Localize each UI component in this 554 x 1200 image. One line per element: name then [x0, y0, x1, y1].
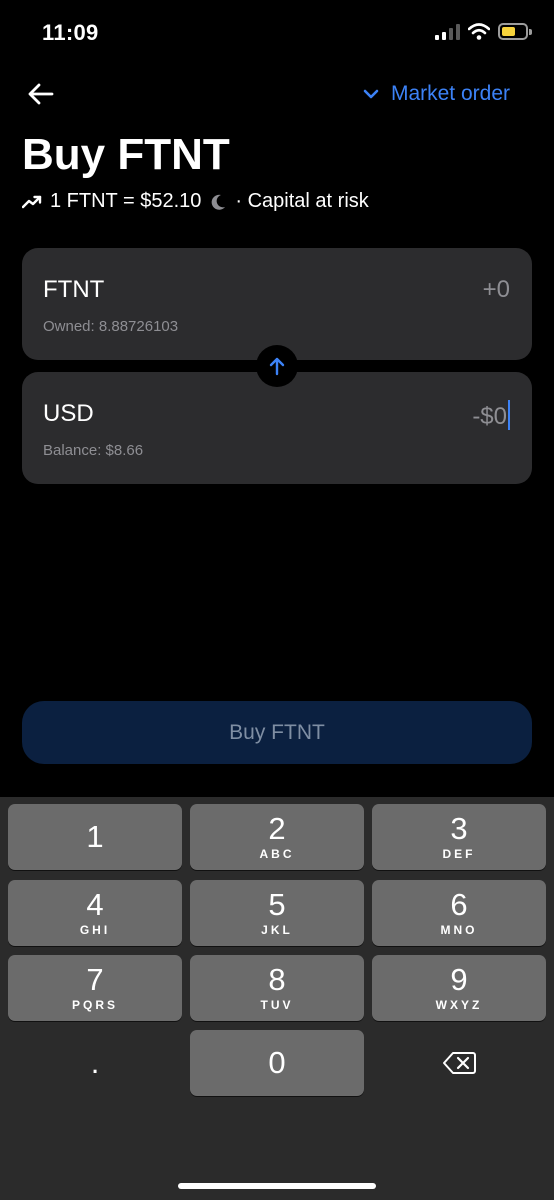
key-0[interactable]: 0: [190, 1030, 364, 1096]
back-button[interactable]: [24, 78, 56, 110]
numeric-keypad: 1 2 ABC 3 DEF 4 GHI 5 JKL 6 MNO 7 PQRS 8…: [0, 797, 554, 1200]
backspace-icon: [443, 1052, 476, 1074]
key-5[interactable]: 5 JKL: [190, 880, 364, 946]
key-number: 4: [86, 887, 104, 922]
key-2[interactable]: 2 ABC: [190, 804, 364, 870]
buy-button[interactable]: Buy FTNT: [22, 701, 532, 764]
key-letters: GHI: [79, 923, 111, 937]
battery-icon: [498, 22, 532, 40]
key-number: 6: [450, 887, 468, 922]
status-icons: [435, 22, 532, 40]
key-number: 3: [450, 811, 468, 846]
wifi-icon: [468, 22, 490, 40]
key-8[interactable]: 8 TUV: [190, 955, 364, 1021]
swap-button[interactable]: [256, 345, 298, 387]
buy-screen: 11:09 Market order Buy FTNT 1 FTNT = $52…: [0, 0, 554, 1200]
key-number: 2: [268, 811, 286, 846]
status-bar: 11:09: [0, 0, 554, 66]
text-caret: [508, 400, 510, 430]
key-decimal[interactable]: .: [8, 1030, 182, 1096]
key-number: .: [90, 1045, 100, 1080]
key-letters: PQRS: [71, 998, 118, 1012]
moon-icon: [212, 194, 226, 210]
usd-currency-label: USD: [43, 400, 94, 427]
key-letters: MNO: [440, 923, 478, 937]
key-letters: TUV: [260, 998, 294, 1012]
key-number: 1: [86, 819, 104, 854]
usd-amount-input[interactable]: -$0: [472, 400, 510, 431]
chevron-down-icon: [363, 89, 379, 99]
key-1[interactable]: 1: [8, 804, 182, 870]
capital-risk-text: · Capital at risk: [235, 190, 369, 212]
order-type-selector[interactable]: Market order: [363, 82, 510, 106]
ftnt-owned-label: Owned: 8.88726103: [43, 318, 179, 335]
key-letters: WXYZ: [435, 998, 483, 1012]
cellular-signal-icon: [435, 22, 460, 40]
ftnt-amount-card[interactable]: FTNT +0 Owned: 8.88726103: [22, 248, 532, 360]
status-time: 11:09: [42, 20, 99, 45]
key-number: 8: [268, 962, 286, 997]
usd-amount-value: -$0: [472, 403, 507, 430]
key-letters: ABC: [259, 847, 295, 861]
trending-up-icon: [22, 195, 42, 208]
key-number: 9: [450, 962, 468, 997]
key-9[interactable]: 9 WXYZ: [372, 955, 546, 1021]
ftnt-amount-value: +0: [482, 276, 510, 303]
key-7[interactable]: 7 PQRS: [8, 955, 182, 1021]
key-4[interactable]: 4 GHI: [8, 880, 182, 946]
rate-line: 1 FTNT = $52.10 · Capital at risk: [22, 190, 369, 213]
usd-balance-label: Balance: $8.66: [43, 442, 144, 459]
key-letters: DEF: [442, 847, 476, 861]
arrow-up-icon: [269, 357, 285, 376]
key-3[interactable]: 3 DEF: [372, 804, 546, 870]
order-type-label: Market order: [390, 82, 510, 105]
ftnt-currency-label: FTNT: [43, 276, 105, 303]
key-6[interactable]: 6 MNO: [372, 880, 546, 946]
exchange-rate: 1 FTNT = $52.10: [50, 190, 202, 212]
delete-key[interactable]: [372, 1030, 546, 1096]
key-number: 5: [268, 887, 286, 922]
arrow-left-icon: [28, 83, 54, 105]
key-number: 7: [86, 962, 104, 997]
key-letters: JKL: [261, 923, 293, 937]
page-title: Buy FTNT: [22, 130, 230, 179]
usd-amount-card[interactable]: USD -$0 Balance: $8.66: [22, 372, 532, 484]
key-number: 0: [268, 1045, 286, 1080]
home-indicator[interactable]: [178, 1183, 376, 1189]
